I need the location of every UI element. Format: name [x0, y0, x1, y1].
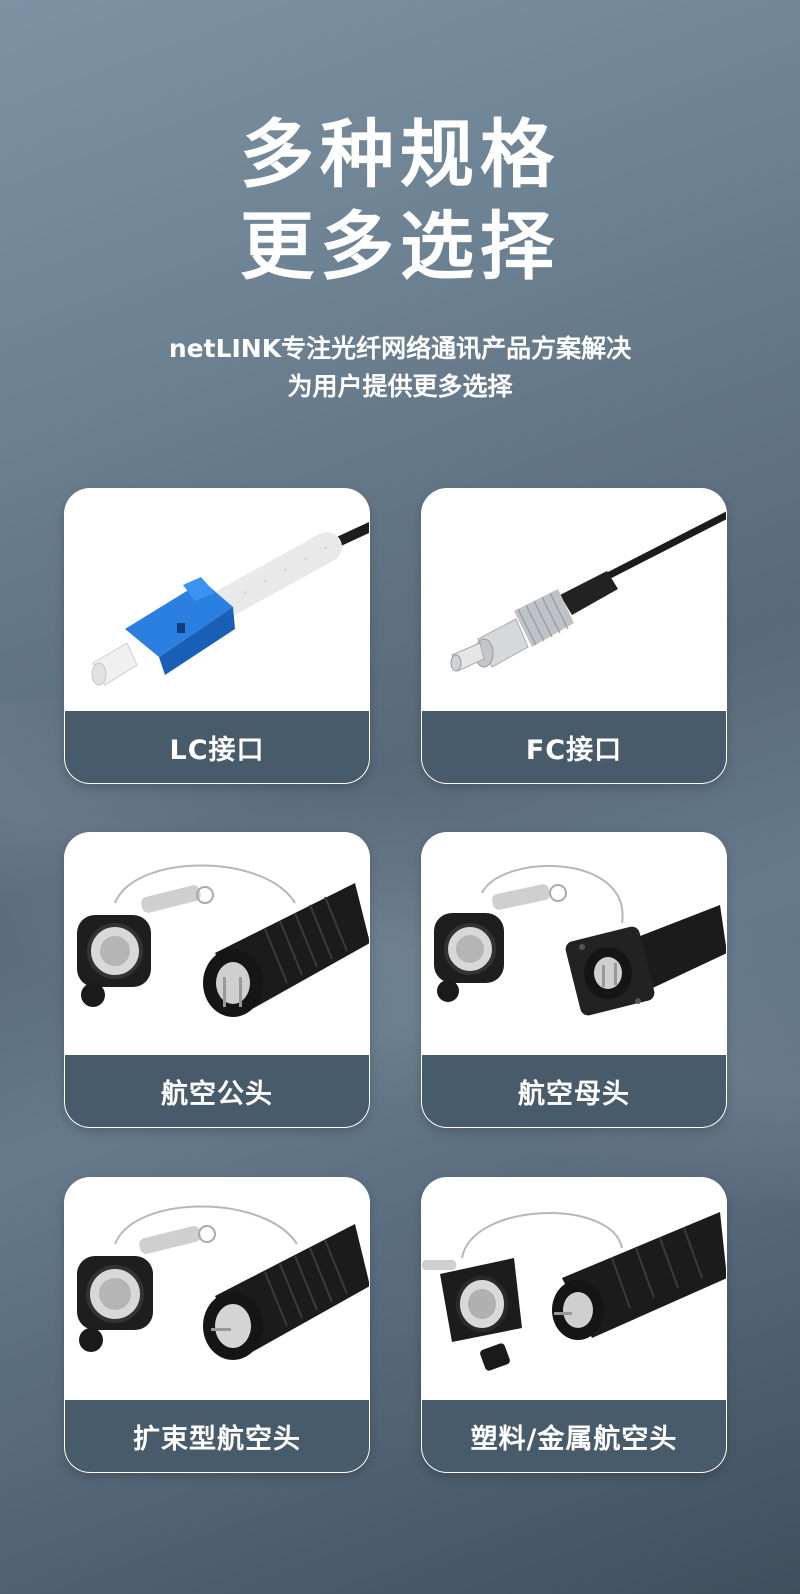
product-label: 航空公头	[65, 1055, 369, 1127]
product-card-fc[interactable]: FC接口	[421, 488, 727, 784]
subtitle-line2: 为用户提供更多选择	[287, 372, 513, 401]
fc-connector-image	[422, 489, 726, 711]
page-title-line1: 多种规格	[240, 112, 560, 198]
expanded-beam-connector-image	[65, 1178, 369, 1400]
product-card-aviation-male[interactable]: 航空公头	[64, 832, 370, 1128]
product-label: 扩束型航空头	[65, 1400, 369, 1472]
page-title-line2: 更多选择	[240, 204, 560, 290]
product-card-lc[interactable]: LC接口	[64, 488, 370, 784]
product-card-expanded-beam[interactable]: 扩束型航空头	[64, 1177, 370, 1473]
subtitle-line1: netLINK专注光纤网络通讯产品方案解决	[168, 334, 632, 363]
product-card-plastic-metal[interactable]: 塑料/金属航空头	[421, 1177, 727, 1473]
product-label: 塑料/金属航空头	[422, 1400, 726, 1472]
product-label: LC接口	[65, 711, 369, 783]
product-card-aviation-female[interactable]: 航空母头	[421, 832, 727, 1128]
aviation-female-connector-image	[422, 833, 726, 1055]
product-label: 航空母头	[422, 1055, 726, 1127]
plastic-metal-connector-image	[422, 1178, 726, 1400]
lc-connector-image	[65, 489, 369, 711]
aviation-male-connector-image	[65, 833, 369, 1055]
product-label: FC接口	[422, 711, 726, 783]
